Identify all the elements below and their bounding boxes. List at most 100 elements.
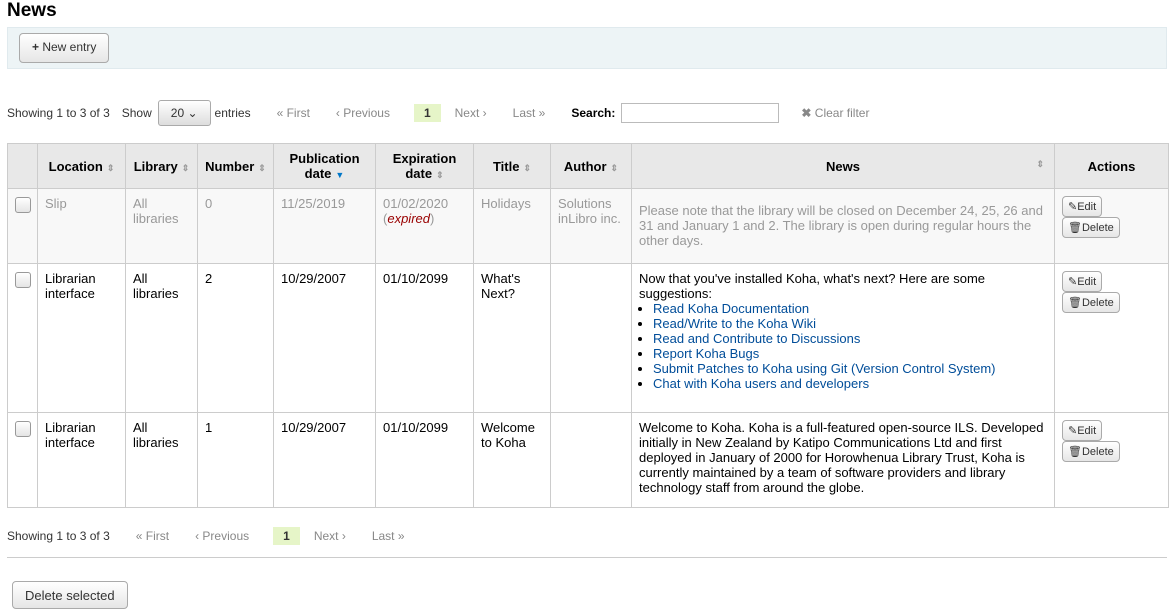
trash-icon: 🗑 — [1068, 446, 1082, 458]
current-page[interactable]: 1 — [413, 104, 441, 122]
actions-cell: ✎Edit🗑Delete — [1054, 188, 1169, 264]
delete-button[interactable]: 🗑Delete — [1062, 292, 1120, 313]
entries-label: entries — [214, 106, 251, 120]
news-link[interactable]: Read Koha Documentation — [653, 301, 809, 316]
search-label: Search: — [571, 106, 616, 120]
first-page-link[interactable]: « First — [277, 106, 310, 120]
delete-button[interactable]: 🗑Delete — [1062, 217, 1120, 238]
new-entry-button[interactable]: + New entry — [19, 33, 110, 63]
pub-date-cell: 10/29/2007 — [273, 263, 376, 413]
previous-page-link[interactable]: ‹ Previous — [336, 106, 390, 120]
news-link[interactable]: Read and Contribute to Discussions — [653, 331, 860, 346]
plus-icon: + — [32, 40, 43, 54]
header-actions: Actions — [1054, 143, 1169, 189]
news-link[interactable]: Submit Patches to Koha using Git (Versio… — [653, 361, 996, 376]
toolbar: + New entry — [7, 27, 1167, 69]
sort-icon: ⇕ — [106, 162, 115, 173]
title-cell: Welcome to Koha — [473, 412, 551, 508]
number-cell: 2 — [197, 263, 274, 413]
page-size-value: 20 — [170, 106, 185, 120]
news-cell: Now that you've installed Koha, what's n… — [631, 263, 1055, 413]
showing-info: Showing 1 to 3 of 3 — [7, 529, 110, 543]
sort-icon: ⇕ — [181, 162, 190, 173]
exp-date-cell: 01/02/2020 (expired) — [375, 188, 474, 264]
table-row: Slip All libraries 0 11/25/2019 01/02/20… — [7, 188, 1169, 264]
clear-filter-label: Clear filter — [814, 106, 870, 120]
previous-page-link[interactable]: ‹ Previous — [195, 529, 249, 543]
header-library[interactable]: Library ⇕ — [125, 143, 198, 189]
bottom-pager: Showing 1 to 3 of 3 « First ‹ Previous 1… — [7, 527, 405, 545]
divider — [7, 557, 1167, 558]
row-checkbox[interactable] — [15, 421, 31, 437]
exp-date-cell: 01/10/2099 — [375, 412, 474, 508]
close-icon: ✖ — [801, 106, 812, 120]
delete-selected-button[interactable]: Delete selected — [12, 581, 128, 609]
header-news[interactable]: News ⇕ — [631, 143, 1055, 189]
row-checkbox[interactable] — [15, 272, 31, 288]
pub-date-cell: 11/25/2019 — [273, 188, 376, 264]
news-link[interactable]: Report Koha Bugs — [653, 346, 759, 361]
clear-filter-button[interactable]: ✖ Clear filter — [801, 106, 869, 120]
news-link[interactable]: Read/Write to the Koha Wiki — [653, 316, 816, 331]
trash-icon: 🗑 — [1068, 222, 1082, 234]
header-publication-date[interactable]: Publication date ▼ — [273, 143, 376, 189]
title-cell: Holidays — [473, 188, 551, 264]
header-select — [7, 143, 38, 189]
author-cell: Solutions inLibro inc. — [550, 188, 632, 264]
news-cell: Welcome to Koha. Koha is a full-featured… — [631, 412, 1055, 508]
news-link[interactable]: Chat with Koha users and developers — [653, 376, 869, 391]
last-page-link[interactable]: Last » — [372, 529, 405, 543]
table-row: Librarian interface All libraries 2 10/2… — [7, 263, 1169, 413]
actions-cell: ✎Edit🗑Delete — [1054, 412, 1169, 508]
header-expiration-date[interactable]: Expiration date ⇕ — [375, 143, 474, 189]
author-cell — [550, 263, 632, 413]
next-page-link[interactable]: Next › — [455, 106, 487, 120]
pencil-icon: ✎ — [1068, 201, 1078, 213]
location-cell: Librarian interface — [37, 412, 126, 508]
next-page-link[interactable]: Next › — [314, 529, 346, 543]
table-row: Librarian interface All libraries 1 10/2… — [7, 412, 1169, 508]
show-label: Show — [121, 106, 152, 120]
search-input[interactable] — [621, 103, 780, 123]
delete-button[interactable]: 🗑Delete — [1062, 441, 1120, 462]
pub-date-cell: 10/29/2007 — [273, 412, 376, 508]
sort-icon: ⇕ — [436, 170, 444, 180]
sort-icon: ⇕ — [523, 162, 532, 173]
edit-button[interactable]: ✎Edit — [1062, 196, 1103, 217]
row-checkbox[interactable] — [15, 197, 31, 213]
library-cell: All libraries — [125, 263, 198, 413]
number-cell: 0 — [197, 188, 274, 264]
new-entry-label: New entry — [42, 40, 97, 54]
first-page-link[interactable]: « First — [136, 529, 169, 543]
last-page-link[interactable]: Last » — [513, 106, 546, 120]
edit-button[interactable]: ✎Edit — [1062, 420, 1103, 441]
header-author[interactable]: Author ⇕ — [550, 143, 632, 189]
top-pager: Showing 1 to 3 of 3 Show 20 ⌄ entries « … — [7, 100, 869, 126]
trash-icon: 🗑 — [1068, 297, 1082, 309]
sort-desc-icon: ▼ — [335, 170, 345, 180]
library-cell: All libraries — [125, 188, 198, 264]
number-cell: 1 — [197, 412, 274, 508]
sort-icon: ⇕ — [1036, 158, 1044, 169]
location-cell: Librarian interface — [37, 263, 126, 413]
header-title[interactable]: Title ⇕ — [473, 143, 551, 189]
pencil-icon: ✎ — [1068, 425, 1078, 437]
page-title: News — [7, 0, 57, 21]
expired-label: expired — [387, 211, 430, 226]
header-location[interactable]: Location ⇕ — [37, 143, 126, 189]
current-page[interactable]: 1 — [273, 527, 300, 545]
header-number[interactable]: Number ⇕ — [197, 143, 274, 189]
edit-button[interactable]: ✎Edit — [1062, 271, 1103, 292]
author-cell — [550, 412, 632, 508]
sort-icon: ⇕ — [610, 162, 619, 173]
pencil-icon: ✎ — [1068, 276, 1078, 288]
news-table: Location ⇕ Library ⇕ Number ⇕ Publication d… — [7, 143, 1169, 508]
location-cell: Slip — [37, 188, 126, 264]
library-cell: All libraries — [125, 412, 198, 508]
exp-date-cell: 01/10/2099 — [375, 263, 474, 413]
title-cell: What's Next? — [473, 263, 551, 413]
header-row: Location ⇕ Library ⇕ Number ⇕ Publication d… — [7, 143, 1169, 189]
chevron-down-icon: ⌄ — [187, 106, 198, 120]
showing-info: Showing 1 to 3 of 3 — [7, 106, 110, 120]
page-size-select[interactable]: 20 ⌄ — [157, 100, 211, 126]
